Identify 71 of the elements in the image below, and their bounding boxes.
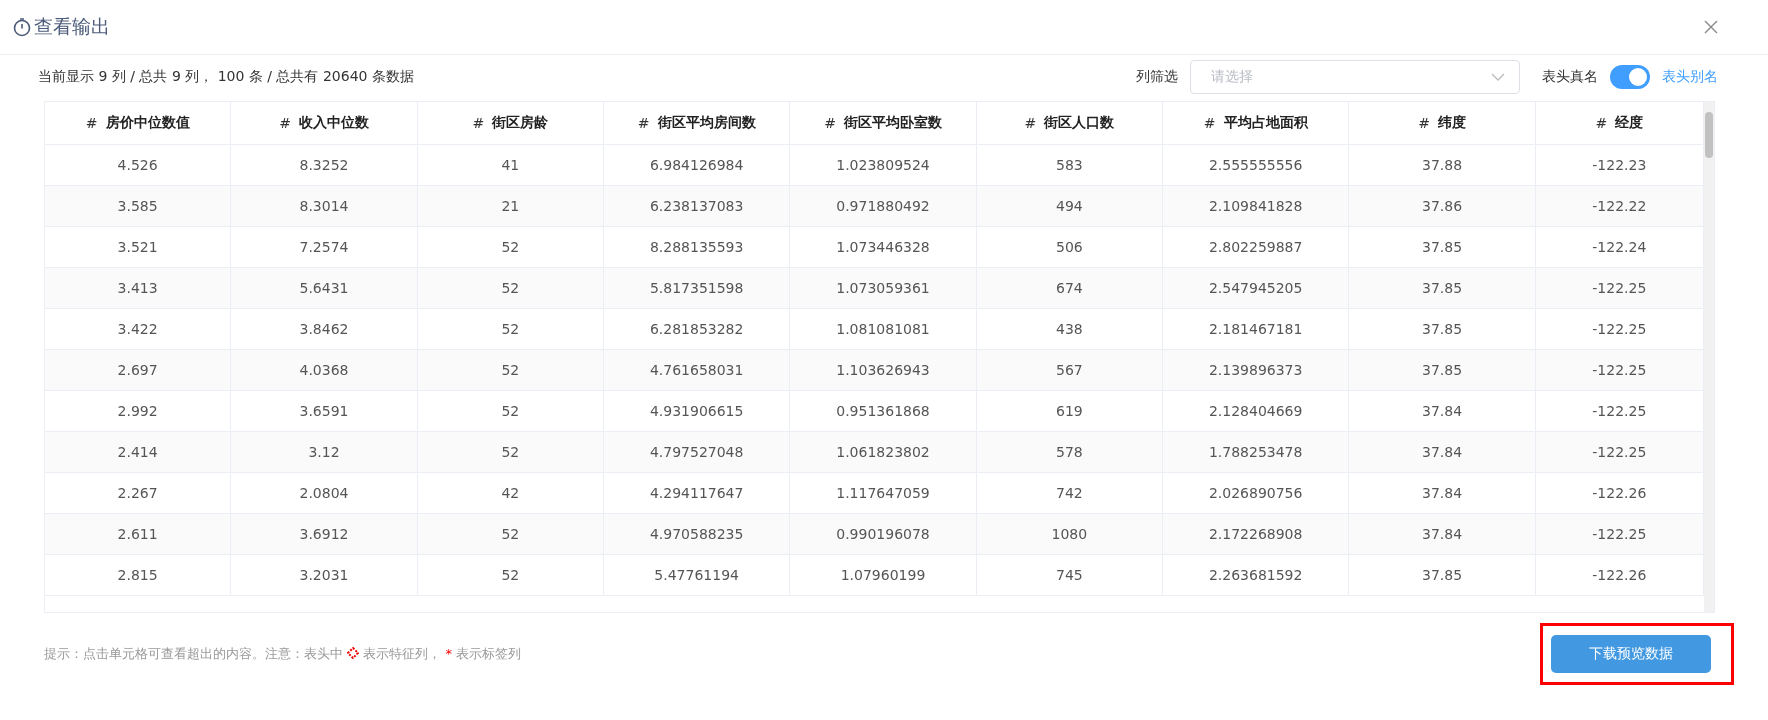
table-cell[interactable]: 0.990196078: [790, 514, 977, 555]
toggle-label: 表头别名: [1662, 68, 1718, 86]
table-cell[interactable]: 2.697: [45, 350, 232, 391]
table-cell[interactable]: 3.12: [231, 432, 418, 473]
hint-text: 提示：点击单元格可查看超出的内容。注意：表头中: [44, 646, 343, 661]
table-cell[interactable]: 1.073059361: [790, 268, 977, 309]
table-cell[interactable]: 578: [976, 432, 1163, 473]
table-cell[interactable]: 37.86: [1349, 186, 1536, 227]
table-cell[interactable]: 4.0368: [231, 350, 418, 391]
table-cell[interactable]: 2.547945205: [1163, 268, 1350, 309]
table-cell[interactable]: 52: [417, 514, 604, 555]
table-cell[interactable]: 52: [417, 555, 604, 596]
hint-text: 表示特征列，: [363, 646, 442, 661]
table-cell[interactable]: 5.6431: [231, 268, 418, 309]
timer-icon: [12, 17, 32, 37]
hint-text: 表示标签列: [456, 646, 522, 661]
table-cell[interactable]: 37.85: [1349, 555, 1536, 596]
column-header[interactable]: # 房价中位数值: [45, 102, 232, 145]
table-cell[interactable]: 2.109841828: [1163, 186, 1350, 227]
filter-label: 列筛选: [1136, 68, 1178, 86]
table-cell[interactable]: 3.2031: [231, 555, 418, 596]
table-cell[interactable]: 567: [976, 350, 1163, 391]
table-cell[interactable]: 1.07960199: [790, 555, 977, 596]
table-cell[interactable]: 21: [417, 186, 604, 227]
table-cell[interactable]: 37.85: [1349, 350, 1536, 391]
table-cell[interactable]: 3.585: [45, 186, 232, 227]
table-cell[interactable]: 2.414: [45, 432, 232, 473]
toggle-label: 表头真名: [1542, 68, 1598, 86]
table-cell[interactable]: 2.611: [45, 514, 232, 555]
column-header[interactable]: # 平均占地面积: [1163, 102, 1350, 145]
table-cell[interactable]: 5.817351598: [604, 268, 791, 309]
column-header[interactable]: # 街区人口数: [976, 102, 1163, 145]
table-cell[interactable]: 2.815: [45, 555, 232, 596]
window-title: 查看输出: [34, 14, 110, 39]
table-cell[interactable]: 52: [417, 432, 604, 473]
column-header[interactable]: # 街区房龄: [417, 102, 604, 145]
asterisk-mark: *: [445, 646, 452, 661]
table-cell[interactable]: 0.971880492: [790, 186, 977, 227]
table-cell[interactable]: 52: [417, 350, 604, 391]
table-cell[interactable]: 3.413: [45, 268, 232, 309]
table-cell[interactable]: 2.172268908: [1163, 514, 1350, 555]
table-cell[interactable]: 37.84: [1349, 432, 1536, 473]
chevron-down-icon: [1491, 73, 1505, 81]
table-cell[interactable]: 8.3014: [231, 186, 418, 227]
table-cell[interactable]: 1.103626943: [790, 350, 977, 391]
table-cell[interactable]: 1.788253478: [1163, 432, 1350, 473]
column-header[interactable]: # 街区平均卧室数: [790, 102, 977, 145]
table-cell[interactable]: 3.6912: [231, 514, 418, 555]
table-cell[interactable]: 674: [976, 268, 1163, 309]
table-cell[interactable]: 6.238137083: [604, 186, 791, 227]
close-icon[interactable]: [1704, 20, 1718, 34]
column-header[interactable]: # 纬度: [1349, 102, 1536, 145]
table-cell[interactable]: 2.263681592: [1163, 555, 1350, 596]
scrollbar[interactable]: [1704, 102, 1714, 612]
table-cell[interactable]: 4.970588235: [604, 514, 791, 555]
table-cell[interactable]: 4.797527048: [604, 432, 791, 473]
table-cell[interactable]: 2.139896373: [1163, 350, 1350, 391]
table-cell[interactable]: 494: [976, 186, 1163, 227]
table-cell[interactable]: 5.47761194: [604, 555, 791, 596]
table-cell[interactable]: 1.061823802: [790, 432, 977, 473]
table-cell[interactable]: 37.84: [1349, 514, 1536, 555]
table-cell[interactable]: 4.761658031: [604, 350, 791, 391]
column-header[interactable]: # 街区平均房间数: [604, 102, 791, 145]
column-header[interactable]: # 收入中位数: [231, 102, 418, 145]
table-cell[interactable]: 1080: [976, 514, 1163, 555]
table-cell[interactable]: 37.85: [1349, 268, 1536, 309]
table-cell[interactable]: 52: [417, 268, 604, 309]
data-summary: 当前显示 9 列 / 总共 9 列， 100 条 / 总共有 20640 条数据: [38, 68, 414, 86]
table-cell[interactable]: 745: [976, 555, 1163, 596]
toggle-switch[interactable]: [1610, 65, 1650, 89]
diamond-icon: [347, 647, 360, 659]
